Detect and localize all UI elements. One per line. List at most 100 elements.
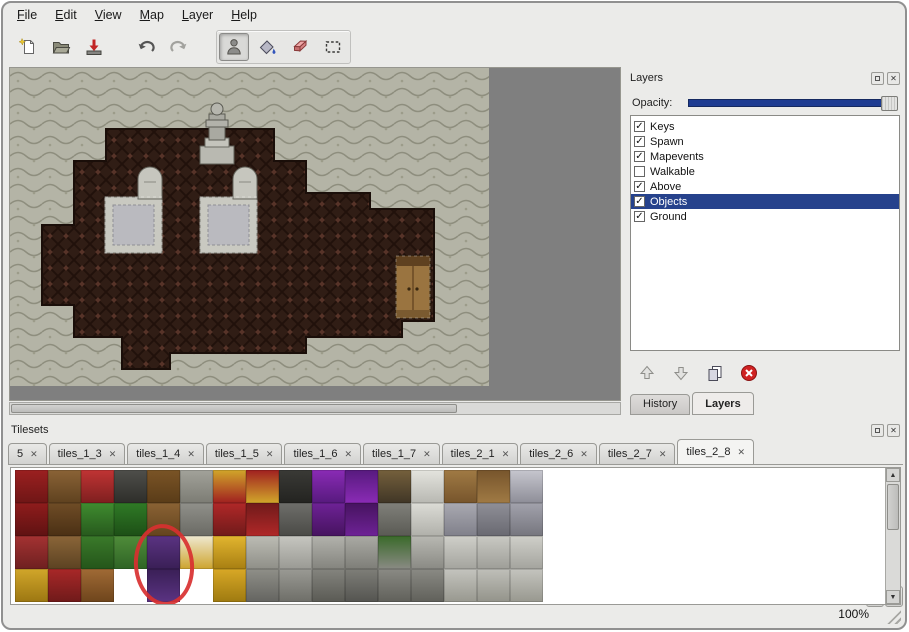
opacity-slider-handle[interactable] bbox=[881, 96, 898, 111]
tile-plant-vase[interactable] bbox=[378, 536, 411, 569]
map-horizontal-scrollbar-thumb[interactable] bbox=[11, 404, 457, 413]
tile-red-banner[interactable] bbox=[15, 470, 48, 503]
undo-button[interactable] bbox=[131, 33, 161, 61]
tile-wood-counter-left[interactable] bbox=[444, 470, 477, 503]
tile-white-obelisk[interactable] bbox=[411, 503, 444, 536]
menu-item-layer[interactable]: Layer bbox=[174, 6, 221, 24]
tile-sprout-plants[interactable] bbox=[114, 536, 147, 569]
tile-fern-plant[interactable] bbox=[114, 503, 147, 536]
move-layer-down-button[interactable] bbox=[669, 361, 693, 385]
tab-close-icon[interactable]: ✕ bbox=[502, 449, 510, 460]
tile-bronze-horn[interactable] bbox=[81, 569, 114, 602]
tile-white-pillar[interactable] bbox=[411, 470, 444, 503]
layer-visibility-checkbox[interactable] bbox=[634, 166, 645, 177]
tile-wood-counter-right[interactable] bbox=[477, 470, 510, 503]
layer-visibility-checkbox[interactable]: ✓ bbox=[634, 196, 645, 207]
select-tool-button[interactable] bbox=[318, 33, 348, 61]
tile-stone-alcove[interactable] bbox=[180, 470, 213, 503]
tab-close-icon[interactable]: ✕ bbox=[109, 449, 117, 460]
tile-purple-throne-seat-left[interactable] bbox=[312, 503, 345, 536]
tile-golden-key[interactable] bbox=[180, 536, 213, 569]
tileset-tab-tiles_1_7[interactable]: tiles_1_7✕ bbox=[363, 443, 440, 464]
tile-gold-coins[interactable] bbox=[213, 569, 246, 602]
tile-purple-door-bottom[interactable] bbox=[147, 569, 180, 602]
stamp-tool-button[interactable] bbox=[219, 33, 249, 61]
close-panel-icon[interactable]: ✕ bbox=[887, 72, 900, 85]
map-horizontal-scrollbar[interactable] bbox=[9, 402, 621, 415]
save-button[interactable] bbox=[79, 33, 109, 61]
tile-purple-door-top[interactable] bbox=[147, 536, 180, 569]
menu-item-help[interactable]: Help bbox=[223, 6, 265, 24]
tile-statue-alcove[interactable] bbox=[180, 503, 213, 536]
scroll-down-icon[interactable]: ▼ bbox=[886, 590, 900, 604]
tab-close-icon[interactable]: ✕ bbox=[737, 447, 745, 458]
empty-tile[interactable] bbox=[114, 569, 147, 602]
tile-stone-coffin[interactable] bbox=[444, 503, 477, 536]
menu-item-file[interactable]: File bbox=[9, 6, 45, 24]
tab-close-icon[interactable]: ✕ bbox=[659, 449, 667, 460]
tile-red-banner-2[interactable] bbox=[15, 503, 48, 536]
tile-red-throne-seat-right[interactable] bbox=[246, 503, 279, 536]
tileset-tab-5[interactable]: 5✕ bbox=[8, 443, 47, 464]
layer-visibility-checkbox[interactable]: ✓ bbox=[634, 181, 645, 192]
layer-row-mapevents[interactable]: ✓Mapevents bbox=[631, 149, 899, 164]
redo-button[interactable] bbox=[164, 33, 194, 61]
move-layer-up-button[interactable] bbox=[635, 361, 659, 385]
tile-boulder[interactable] bbox=[246, 536, 279, 569]
tile-gold-banner[interactable] bbox=[15, 569, 48, 602]
scroll-up-icon[interactable]: ▲ bbox=[886, 468, 900, 482]
menu-item-map[interactable]: Map bbox=[132, 6, 172, 24]
layer-row-keys[interactable]: ✓Keys bbox=[631, 119, 899, 134]
tile-stone-base[interactable] bbox=[279, 503, 312, 536]
tab-close-icon[interactable]: ✕ bbox=[266, 449, 274, 460]
empty-tile[interactable] bbox=[180, 569, 213, 602]
layer-visibility-checkbox[interactable]: ✓ bbox=[634, 211, 645, 222]
tile-book-shelf[interactable] bbox=[48, 536, 81, 569]
map-view[interactable] bbox=[9, 67, 621, 401]
tile-purple-throne-seat-right[interactable] bbox=[345, 503, 378, 536]
tileset-tab-tiles_2_1[interactable]: tiles_2_1✕ bbox=[442, 443, 519, 464]
tile-knight-armor-mid[interactable] bbox=[510, 503, 543, 536]
resize-grip[interactable] bbox=[887, 610, 901, 624]
layer-row-walkable[interactable]: Walkable bbox=[631, 164, 899, 179]
menu-item-edit[interactable]: Edit bbox=[47, 6, 85, 24]
open-button[interactable] bbox=[46, 33, 76, 61]
tile-vase-base[interactable] bbox=[378, 569, 411, 602]
fill-tool-button[interactable] bbox=[252, 33, 282, 61]
tile-hedge-plants[interactable] bbox=[81, 536, 114, 569]
tab-layers[interactable]: Layers bbox=[692, 392, 753, 415]
tileset-tab-tiles_2_7[interactable]: tiles_2_7✕ bbox=[599, 443, 676, 464]
tile-stone-pedestal[interactable] bbox=[411, 536, 444, 569]
tile-dark-shrine[interactable] bbox=[114, 470, 147, 503]
tile-stone-floor[interactable] bbox=[477, 569, 510, 602]
layer-row-above[interactable]: ✓Above bbox=[631, 179, 899, 194]
tile-gargoyle-base-right[interactable] bbox=[345, 569, 378, 602]
tile-stone-block[interactable] bbox=[444, 536, 477, 569]
tile-small-shrine[interactable] bbox=[378, 503, 411, 536]
tile-tall-cabinet-mid[interactable] bbox=[147, 503, 180, 536]
tile-tall-cabinet-top[interactable] bbox=[147, 470, 180, 503]
tile-boulder-base[interactable] bbox=[246, 569, 279, 602]
layer-visibility-checkbox[interactable]: ✓ bbox=[634, 136, 645, 147]
tile-dark-niche[interactable] bbox=[279, 470, 312, 503]
tab-close-icon[interactable]: ✕ bbox=[580, 449, 588, 460]
tile-praying-statue-base[interactable] bbox=[279, 569, 312, 602]
tile-red-jar[interactable] bbox=[81, 470, 114, 503]
tile-knight-armor-top[interactable] bbox=[510, 470, 543, 503]
tile-gold-treasure[interactable] bbox=[213, 536, 246, 569]
tile-stone-floor[interactable] bbox=[444, 569, 477, 602]
tile-praying-statue[interactable] bbox=[279, 536, 312, 569]
map-canvas[interactable] bbox=[10, 68, 620, 400]
tab-close-icon[interactable]: ✕ bbox=[423, 449, 431, 460]
duplicate-layer-button[interactable] bbox=[703, 361, 727, 385]
tile-gargoyle-base-left[interactable] bbox=[312, 569, 345, 602]
tile-red-throne-right[interactable] bbox=[246, 470, 279, 503]
eraser-tool-button[interactable] bbox=[285, 33, 315, 61]
tile-red-throne-seat-left[interactable] bbox=[213, 503, 246, 536]
tileset-tab-tiles_1_5[interactable]: tiles_1_5✕ bbox=[206, 443, 283, 464]
tile-purple-throne-right[interactable] bbox=[345, 470, 378, 503]
tile-pedestal-base[interactable] bbox=[411, 569, 444, 602]
tile-stone-block[interactable] bbox=[477, 536, 510, 569]
tileset-vertical-scrollbar[interactable]: ▲ ▼ bbox=[885, 468, 900, 604]
close-panel-icon[interactable]: ✕ bbox=[887, 424, 900, 437]
